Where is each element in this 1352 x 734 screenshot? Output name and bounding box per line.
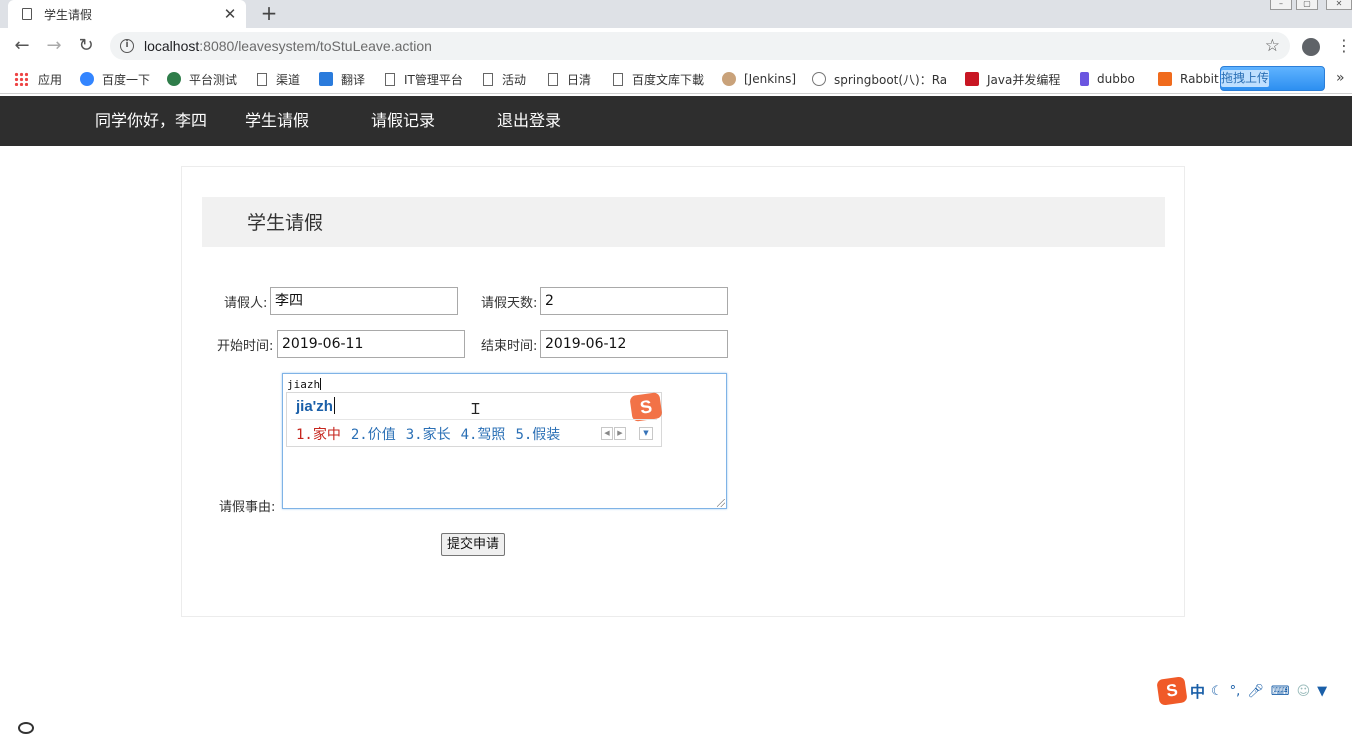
nav-logout[interactable]: 退出登录 xyxy=(497,96,561,146)
bookmark-wenku[interactable]: 百度文库下載 xyxy=(613,70,704,88)
submit-button[interactable]: 提交申请 xyxy=(441,533,505,556)
bookmark-translate[interactable]: 翻译 xyxy=(319,70,365,88)
end-time-field[interactable]: 2019-06-12 xyxy=(540,330,728,358)
reload-icon[interactable]: ↻ xyxy=(74,34,98,58)
bookmark-apps[interactable]: 应用 xyxy=(14,70,62,88)
panel-header: 学生请假 xyxy=(202,197,1165,247)
browser-tab-strip: 学生请假 ✕ + – ▢ ✕ xyxy=(0,0,1352,28)
nav-leave-records[interactable]: 请假记录 xyxy=(371,96,435,146)
apps-grid-icon xyxy=(14,72,28,86)
page-icon xyxy=(22,8,32,20)
resize-handle[interactable] xyxy=(717,499,725,507)
reason-text: jiazh xyxy=(287,378,322,391)
reason-label: 请假事由: xyxy=(219,500,276,515)
nav-student-leave[interactable]: 学生请假 xyxy=(245,96,309,146)
browser-toolbar: ← → ↻ i localhost:8080/leavesystem/toStu… xyxy=(0,28,1352,64)
url-path: :8080/leavesystem/toStuLeave.action xyxy=(199,38,432,54)
bookmark-it-platform[interactable]: IT管理平台 xyxy=(385,70,463,88)
ime-candidate-4[interactable]: 4.驾照 xyxy=(461,427,506,443)
applicant-label: 请假人: xyxy=(224,296,268,311)
bookmark-activity[interactable]: 活动 xyxy=(483,70,526,88)
page-icon xyxy=(257,72,267,86)
keyboard-icon[interactable]: ⌨ xyxy=(1271,684,1290,699)
dubbo-icon xyxy=(1080,72,1089,86)
bookmark-platform-test[interactable]: 平台测试 xyxy=(167,70,237,88)
bookmark-channel[interactable]: 渠道 xyxy=(257,70,300,88)
bookmark-star-icon[interactable]: ☆ xyxy=(1265,36,1280,56)
ime-status-bar: S 中 ☾ °, 🎤︎ ⌨ ☺ ▼ xyxy=(1156,676,1352,706)
bookmark-springboot[interactable]: springboot(八)：Ra xyxy=(812,70,947,88)
platform-icon xyxy=(167,72,181,86)
baidu-paw-icon xyxy=(80,72,94,86)
page-title: 学生请假 xyxy=(247,212,324,234)
new-tab-button[interactable]: + xyxy=(258,1,280,25)
address-bar[interactable]: i localhost:8080/leavesystem/toStuLeave.… xyxy=(110,32,1290,60)
user-icon[interactable]: ☺ xyxy=(1297,684,1311,699)
applicant-field[interactable]: 李四 xyxy=(270,287,458,315)
upload-label: 拖拽上传 xyxy=(1221,70,1270,87)
ime-mode[interactable]: 中 xyxy=(1190,681,1205,702)
bookmark-baidu[interactable]: 百度一下 xyxy=(80,70,150,88)
bookmark-java-concurrency[interactable]: Java并发编程 xyxy=(965,70,1060,88)
sogou-logo-icon: S xyxy=(629,392,663,422)
ime-page-arrows: ◀ ▶ xyxy=(601,427,626,440)
more-menu-icon[interactable]: ⋮ xyxy=(1336,36,1352,56)
corner-shape xyxy=(18,722,34,734)
forward-icon[interactable]: → xyxy=(42,34,66,58)
microphone-icon[interactable]: 🎤︎ xyxy=(1247,684,1264,699)
ime-candidates: 1.家中 2.价值 3.家长 4.驾照 5.假装 xyxy=(296,424,570,444)
bookmarks-bar: 应用 百度一下 平台测试 渠道 翻译 IT管理平台 活动 日清 百度文库下載 [… xyxy=(0,64,1352,94)
ime-candidate-3[interactable]: 3.家长 xyxy=(406,427,451,443)
bookmark-jenkins[interactable]: [Jenkins] xyxy=(722,70,796,88)
sogou-logo-icon[interactable]: S xyxy=(1156,676,1188,706)
url-host: localhost xyxy=(144,38,200,54)
page-icon xyxy=(548,72,558,86)
ime-pinyin: jia'zh xyxy=(296,397,335,415)
days-label: 请假天数: xyxy=(481,296,538,311)
start-time-label: 开始时间: xyxy=(217,339,274,354)
csdn-icon xyxy=(965,72,979,86)
moon-icon[interactable]: ☾ xyxy=(1211,684,1223,699)
translate-icon xyxy=(319,72,333,86)
ime-candidate-5[interactable]: 5.假装 xyxy=(515,427,560,443)
page-icon xyxy=(385,72,395,86)
start-time-field[interactable]: 2019-06-11 xyxy=(277,330,465,358)
bookmark-rabbit[interactable]: Rabbit xyxy=(1158,70,1219,88)
rabbitmq-icon xyxy=(1158,72,1172,86)
drag-upload-button[interactable]: 拖拽上传 xyxy=(1220,66,1325,91)
ime-caret xyxy=(333,397,335,414)
jenkins-icon xyxy=(722,72,736,86)
end-time-label: 结束时间: xyxy=(481,339,538,354)
ime-candidate-1[interactable]: 1.家中 xyxy=(296,427,341,443)
bookmark-dubbo[interactable]: dubbo xyxy=(1080,70,1135,88)
page-icon xyxy=(613,72,623,86)
bookmark-daily[interactable]: 日清 xyxy=(548,70,591,88)
restore-button[interactable]: ▢ xyxy=(1296,0,1318,10)
punctuation-icon[interactable]: °, xyxy=(1230,684,1241,699)
ime-divider xyxy=(291,419,657,420)
ime-prev-icon[interactable]: ◀ xyxy=(601,427,613,440)
days-field[interactable]: 2 xyxy=(540,287,728,315)
info-icon[interactable]: i xyxy=(120,39,134,53)
skin-icon[interactable]: ▼ xyxy=(1317,684,1327,699)
ime-candidate-2[interactable]: 2.价值 xyxy=(351,427,396,443)
text-cursor-icon: Ｉ xyxy=(468,400,484,418)
page-icon xyxy=(483,72,493,86)
minimize-button[interactable]: – xyxy=(1270,0,1292,10)
profile-icon[interactable] xyxy=(1302,38,1320,56)
springboot-icon xyxy=(812,72,826,86)
text-caret xyxy=(320,378,322,390)
tab-title: 学生请假 xyxy=(44,7,93,22)
back-icon[interactable]: ← xyxy=(10,34,34,58)
site-nav: 同学你好，李四 学生请假 请假记录 退出登录 xyxy=(0,96,1352,146)
bookmarks-overflow-icon[interactable]: » xyxy=(1336,70,1345,86)
browser-tab[interactable]: 学生请假 ✕ xyxy=(8,0,246,28)
tab-close-icon[interactable]: ✕ xyxy=(222,5,238,23)
close-window-button[interactable]: ✕ xyxy=(1326,0,1352,10)
ime-expand-icon[interactable]: ▼ xyxy=(639,427,653,440)
nav-greeting: 同学你好，李四 xyxy=(95,111,208,130)
ime-next-icon[interactable]: ▶ xyxy=(614,427,626,440)
